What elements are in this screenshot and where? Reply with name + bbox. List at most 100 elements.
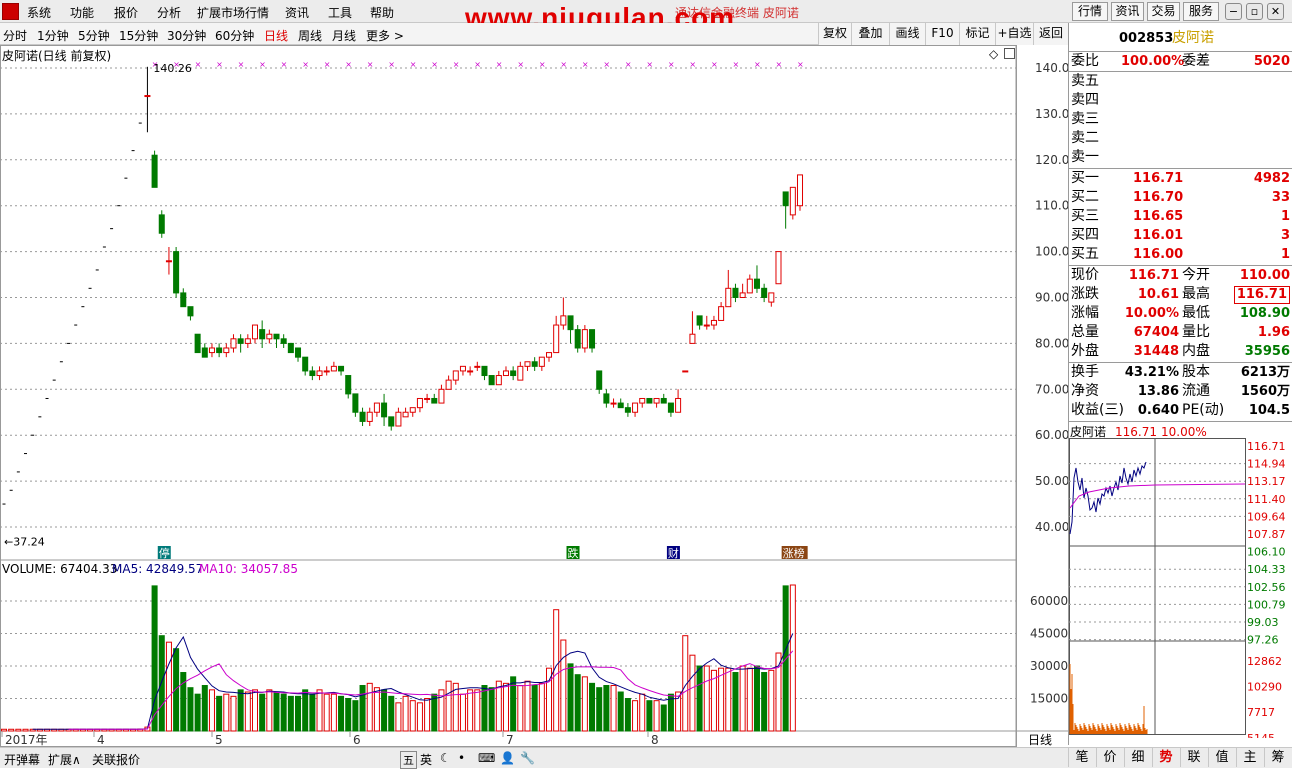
five-icon[interactable]: 五	[400, 751, 417, 769]
draw-line-button[interactable]: 画线	[889, 23, 925, 45]
right-tab[interactable]: 价	[1096, 748, 1123, 767]
menu-system[interactable]: 系统	[27, 4, 51, 21]
quote-row[interactable]: 现价 116.71 今开 110.00	[1069, 266, 1292, 285]
right-tab[interactable]: 笔	[1068, 748, 1095, 767]
info-mark: ×	[797, 60, 804, 69]
period-timeshare[interactable]: 分时	[3, 27, 27, 44]
candle-body	[796, 174, 804, 207]
stat-label: 最高	[1182, 286, 1210, 302]
menu-tools[interactable]: 工具	[328, 4, 352, 21]
restore-icon[interactable]: ▫	[1246, 3, 1263, 20]
keyboard-icon[interactable]: ⌨	[478, 751, 495, 765]
intraday-price-tick: 107.87	[1247, 528, 1286, 541]
minimize-icon[interactable]: −	[1225, 3, 1242, 20]
candle	[388, 416, 395, 431]
candle-body	[424, 397, 431, 400]
period-monthly[interactable]: 月线	[332, 27, 356, 44]
trade-button[interactable]: 交易	[1147, 2, 1180, 21]
period-30min[interactable]: 30分钟	[167, 27, 206, 44]
quote-row[interactable]: 卖二	[1069, 129, 1292, 148]
candle-body	[574, 329, 581, 349]
quote-row[interactable]: 净资 13.86 流通 1560万	[1069, 382, 1292, 401]
quote-row[interactable]: 外盘 31448 内盘 35956	[1069, 342, 1292, 361]
candle	[553, 315, 560, 354]
english-icon[interactable]: 英	[420, 751, 432, 768]
moon-icon[interactable]: ☾	[440, 751, 451, 765]
quote-row[interactable]: 买四 116.01 3	[1069, 226, 1292, 245]
candle	[660, 393, 667, 404]
stat-label: 换手	[1071, 364, 1099, 380]
quote-row[interactable]: 买二 116.70 33	[1069, 188, 1292, 207]
related-quote-button[interactable]: 关联报价	[92, 751, 140, 768]
right-tab[interactable]: 细	[1124, 748, 1151, 767]
market-button[interactable]: 行情	[1072, 2, 1108, 21]
menu-function[interactable]: 功能	[70, 4, 94, 21]
bid-price: 116.70	[1133, 190, 1184, 205]
right-tab[interactable]: 势	[1152, 748, 1179, 767]
candle-body	[216, 347, 223, 354]
volume-bar	[345, 698, 352, 732]
intraday-chart[interactable]: 116.71 114.94 113.17 111.40 109.64 107.87 106.…	[1069, 438, 1292, 738]
intraday-price-tick: 106.10	[1247, 546, 1286, 559]
quote-row[interactable]: 卖一	[1069, 148, 1292, 167]
candle	[431, 393, 438, 404]
news-button[interactable]: 资讯	[1111, 2, 1144, 21]
danmaku-button[interactable]: 开弹幕	[4, 751, 40, 768]
toggle-panel-icon[interactable]	[1004, 48, 1015, 59]
candle-body	[545, 352, 553, 358]
right-tab[interactable]: 联	[1180, 748, 1207, 767]
period-more[interactable]: 更多 >	[366, 27, 404, 44]
quote-row[interactable]: 总量 67404 量比 1.96	[1069, 323, 1292, 342]
right-tab[interactable]: 主	[1236, 748, 1263, 767]
quote-row[interactable]: 买一 116.71 4982	[1069, 169, 1292, 188]
service-button[interactable]: 服务	[1183, 2, 1219, 21]
quote-row[interactable]: 卖五	[1069, 72, 1292, 91]
mark-button[interactable]: 标记	[959, 23, 995, 45]
quote-row[interactable]: 买三 116.65 1	[1069, 207, 1292, 226]
add-watchlist-button[interactable]: +自选	[995, 23, 1033, 45]
f10-button[interactable]: F10	[925, 23, 959, 45]
stat-value: 6213万	[1240, 365, 1290, 380]
menu-quote[interactable]: 报价	[114, 4, 138, 21]
right-tab[interactable]: 筹	[1264, 748, 1291, 767]
quote-row[interactable]: 涨跌 10.61 最高 116.71	[1069, 285, 1292, 304]
restore-rights-button[interactable]: 复权	[818, 23, 851, 45]
volume-bar	[359, 685, 366, 732]
overlay-button[interactable]: 叠加	[851, 23, 889, 45]
candle-body	[682, 370, 689, 373]
menu-news[interactable]: 资讯	[285, 4, 309, 21]
candle-body	[151, 154, 158, 188]
date-tick-label: 4	[97, 733, 105, 747]
diamond-icon[interactable]: ◇	[989, 47, 998, 61]
right-tab[interactable]: 值	[1208, 748, 1235, 767]
menu-analysis[interactable]: 分析	[157, 4, 181, 21]
kline-chart[interactable]: × × × × × × × × × × × × × × × × × × × × × × × × × × × × × × ×停跌财涨榜 140…	[0, 45, 1068, 747]
expand-button[interactable]: 扩展∧	[48, 751, 81, 768]
user-icon[interactable]: 👤	[500, 751, 515, 765]
quote-row[interactable]: 涨幅 10.00% 最低 108.90	[1069, 304, 1292, 323]
period-5min[interactable]: 5分钟	[78, 27, 110, 44]
candle	[474, 361, 481, 371]
period-60min[interactable]: 60分钟	[215, 27, 254, 44]
period-15min[interactable]: 15分钟	[119, 27, 158, 44]
candle-body	[316, 370, 323, 377]
app-logo-icon[interactable]	[2, 3, 19, 20]
back-button[interactable]: 返回	[1033, 23, 1068, 45]
quote-row[interactable]: 卖三	[1069, 110, 1292, 129]
candles[interactable]	[2, 66, 804, 540]
dot-icon[interactable]: •	[458, 751, 465, 765]
quote-row[interactable]: 买五 116.00 1	[1069, 245, 1292, 264]
period-weekly[interactable]: 周线	[298, 27, 322, 44]
quote-row[interactable]: 卖四	[1069, 91, 1292, 110]
wrench-icon[interactable]: 🔧	[520, 751, 535, 765]
candle-body	[459, 365, 466, 372]
period-1min[interactable]: 1分钟	[37, 27, 69, 44]
candle	[761, 283, 768, 303]
candle-body	[495, 375, 502, 386]
period-daily[interactable]: 日线	[264, 27, 288, 44]
quote-row[interactable]: 收益(三) 0.640 PE(动) 104.5	[1069, 401, 1292, 420]
quote-row[interactable]: 换手 43.21% 股本 6213万	[1069, 363, 1292, 382]
close-icon[interactable]: ✕	[1267, 3, 1284, 20]
menu-help[interactable]: 帮助	[370, 4, 394, 21]
menu-extended-market[interactable]: 扩展市场行情	[197, 4, 269, 21]
